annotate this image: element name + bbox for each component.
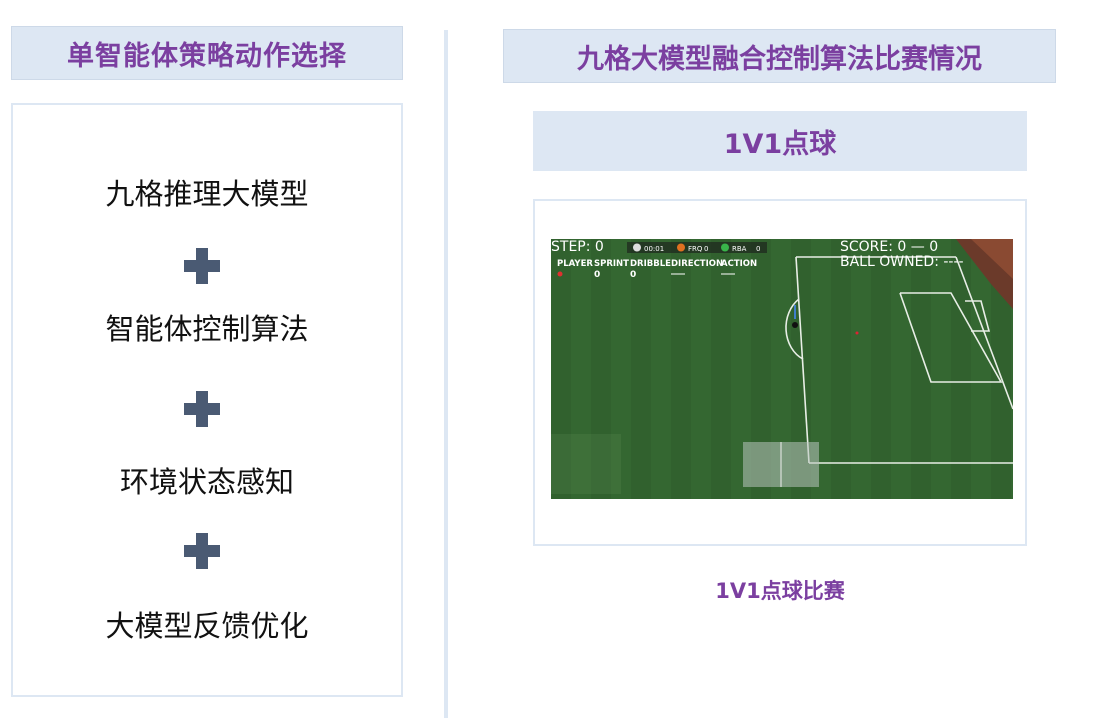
match-type-title: 1V1点球 bbox=[533, 111, 1027, 171]
plus-icon bbox=[184, 533, 220, 569]
svg-text:DIRECTION: DIRECTION bbox=[671, 259, 723, 269]
svg-text:0: 0 bbox=[594, 270, 600, 280]
plus-icon bbox=[184, 248, 220, 284]
game-screenshot: STEP: 0 SCORE: 0 — 0 BALL OWNED: ---- 00… bbox=[551, 239, 1013, 499]
component-feedback-optimization: 大模型反馈优化 bbox=[105, 609, 309, 643]
component-control-algorithm: 智能体控制算法 bbox=[105, 312, 309, 346]
svg-text:FRQ: FRQ bbox=[688, 245, 703, 253]
svg-text:00:01: 00:01 bbox=[644, 245, 664, 253]
strategy-panel: 九格推理大模型 智能体控制算法 环境状态感知 大模型反馈优化 bbox=[11, 103, 403, 697]
player-info-header: PLAYER SPRINT DRIBBLE DIRECTION ACTION bbox=[557, 259, 757, 269]
player bbox=[792, 322, 798, 328]
score-readout: SCORE: 0 — 0 bbox=[840, 239, 938, 255]
game-screenshot-frame: STEP: 0 SCORE: 0 — 0 BALL OWNED: ---- 00… bbox=[533, 199, 1027, 546]
svg-text:0: 0 bbox=[630, 270, 636, 280]
left-section-title: 单智能体策略动作选择 bbox=[11, 26, 403, 80]
svg-text:RBA: RBA bbox=[732, 245, 747, 253]
ball bbox=[855, 331, 859, 335]
svg-text:0: 0 bbox=[756, 245, 760, 253]
svg-text:ACTION: ACTION bbox=[721, 259, 757, 269]
svg-text:SPRINT: SPRINT bbox=[594, 259, 629, 269]
step-counter: STEP: 0 bbox=[551, 239, 604, 255]
right-section-title: 九格大模型融合控制算法比赛情况 bbox=[503, 29, 1056, 83]
svg-text:DRIBBLE: DRIBBLE bbox=[630, 259, 671, 269]
section-divider bbox=[444, 30, 448, 718]
component-environment-perception: 环境状态感知 bbox=[119, 465, 294, 499]
component-reasoning-model: 九格推理大模型 bbox=[105, 177, 309, 211]
plus-icon bbox=[184, 391, 220, 427]
screenshot-caption: 1V1点球比赛 bbox=[715, 579, 845, 603]
ball-owned-readout: BALL OWNED: ---- bbox=[840, 254, 964, 270]
svg-text:0: 0 bbox=[704, 245, 708, 253]
svg-text:PLAYER: PLAYER bbox=[557, 259, 593, 269]
